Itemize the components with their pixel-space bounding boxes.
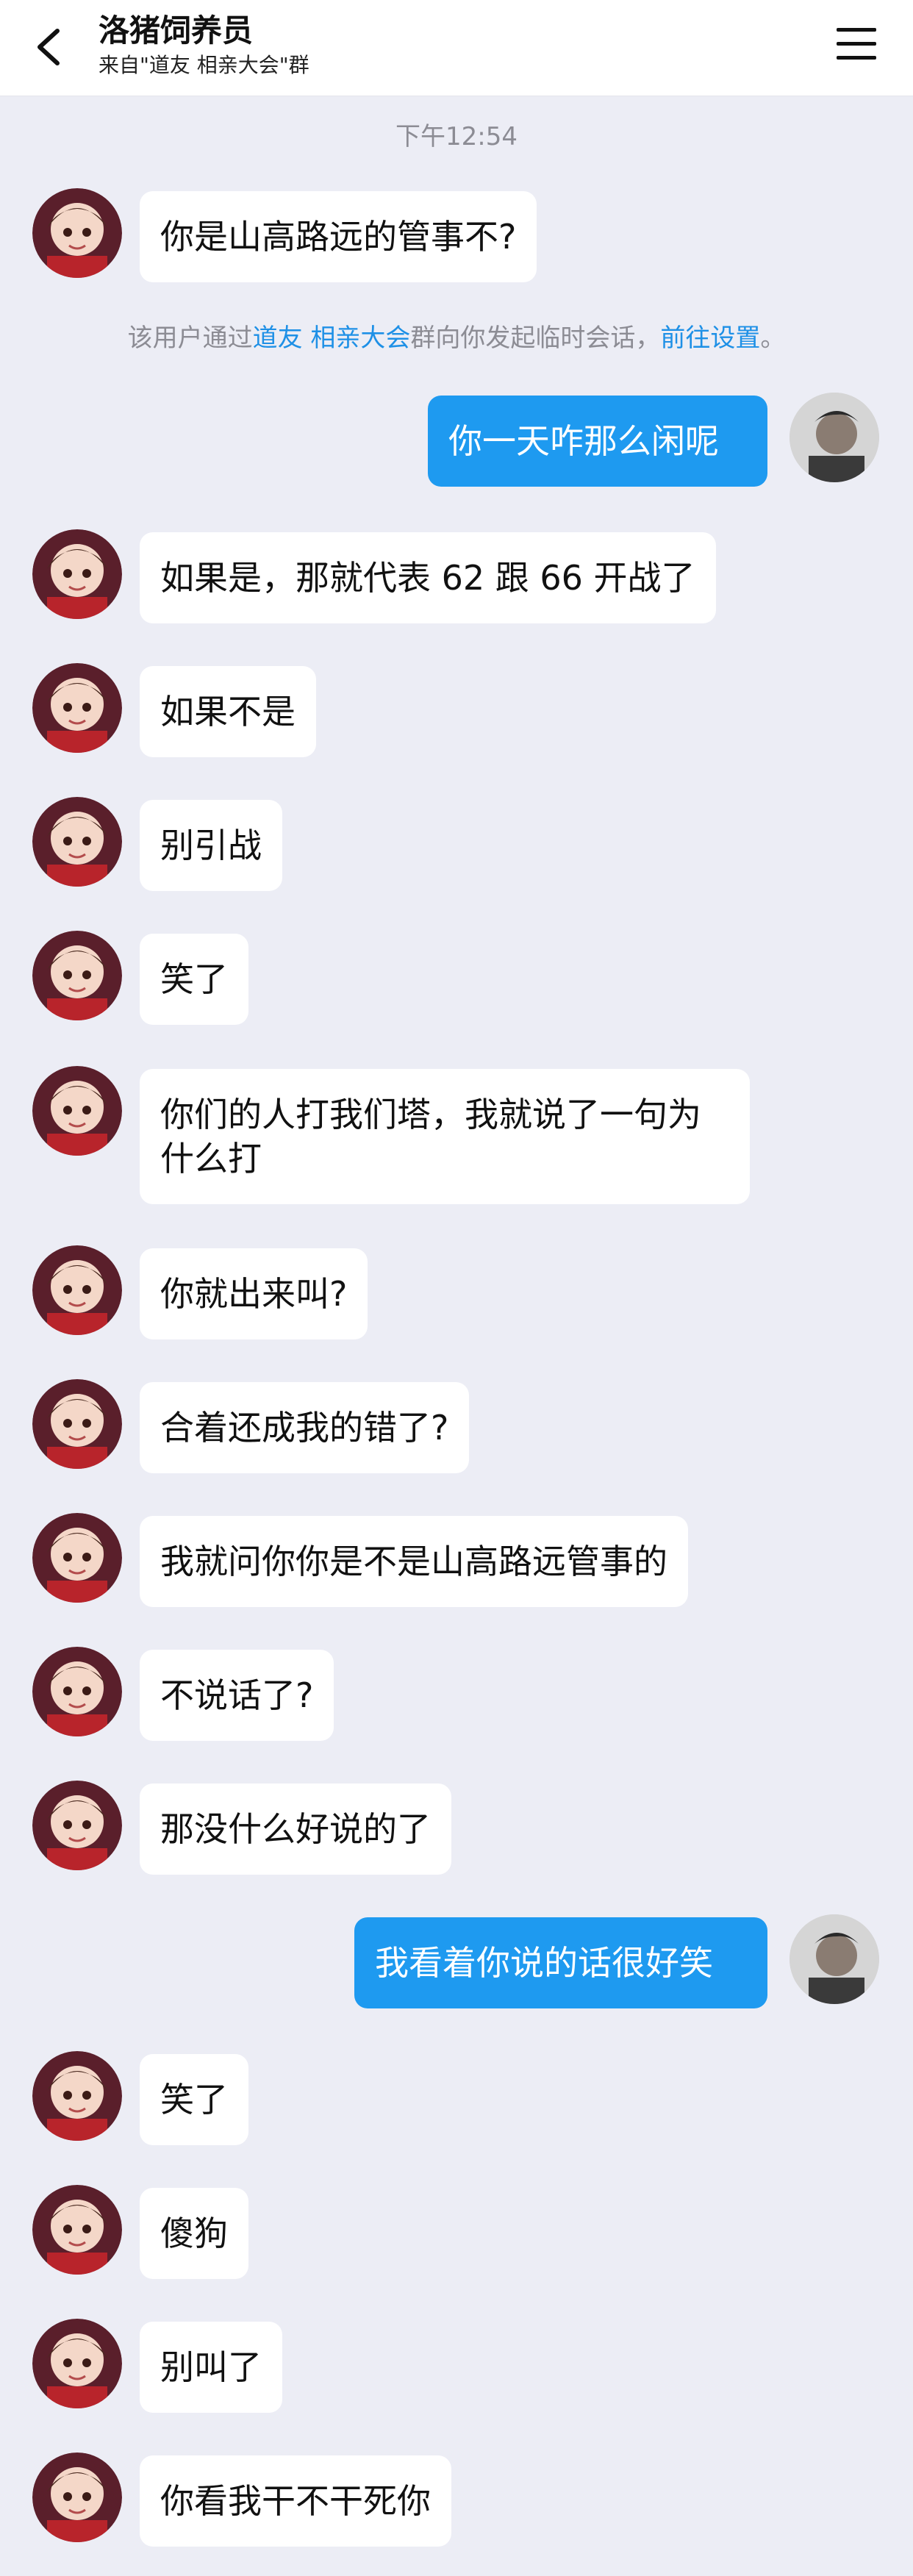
message-bubble: 笑了 (140, 2054, 248, 2145)
message-bubble: 别叫了 (140, 2322, 282, 2413)
back-button[interactable] (29, 24, 74, 71)
timestamp: 下午12:54 (395, 122, 518, 151)
sender-avatar[interactable] (32, 2185, 122, 2275)
chat-title: 洛猪饲养员 (99, 12, 254, 49)
chat-body: 下午12:54 你是山高路远的管事不? 该用户通过道友 相亲大会群向你发起临时会… (0, 96, 913, 2576)
notice-suffix: 。 (760, 323, 786, 353)
chat-subtitle: 来自"道友 相亲大会"群 (99, 53, 309, 77)
menu-button[interactable] (837, 28, 876, 66)
sender-avatar[interactable] (32, 1066, 122, 1156)
menu-icon (837, 28, 876, 60)
sender-avatar[interactable] (32, 797, 122, 887)
sender-avatar[interactable] (32, 1781, 122, 1870)
message-bubble: 那没什么好说的了 (140, 1783, 451, 1875)
sender-avatar[interactable] (32, 2319, 122, 2408)
settings-link[interactable]: 前往设置 (660, 323, 760, 353)
my-avatar[interactable] (790, 393, 879, 482)
chevron-left-icon (37, 29, 60, 65)
title-block: 洛猪饲养员 来自"道友 相亲大会"群 (99, 10, 309, 79)
chat-header: 洛猪饲养员 来自"道友 相亲大会"群 (0, 0, 913, 96)
sender-avatar[interactable] (32, 1513, 122, 1603)
sender-avatar[interactable] (32, 1647, 122, 1736)
sender-avatar[interactable] (32, 529, 122, 619)
message-bubble: 我就问你你是不是山高路远管事的 (140, 1516, 688, 1607)
my-avatar[interactable] (790, 1914, 879, 2004)
message-bubble: 如果不是 (140, 666, 316, 757)
message-bubble: 你看我干不干死你 (140, 2455, 451, 2547)
temp-session-notice: 该用户通过道友 相亲大会群向你发起临时会话，前往设置。 (0, 318, 913, 354)
sender-avatar[interactable] (32, 188, 122, 278)
message-bubble: 合着还成我的错了? (140, 1382, 470, 1473)
message-bubble: 如果是，那就代表 62 跟 66 开战了 (140, 532, 716, 623)
sender-avatar[interactable] (32, 1245, 122, 1335)
group-link[interactable]: 道友 相亲大会 (253, 323, 411, 353)
message-bubble: 我看着你说的话很好笑 (354, 1917, 767, 2008)
sender-avatar[interactable] (32, 2452, 122, 2542)
sender-avatar[interactable] (32, 931, 122, 1020)
notice-prefix: 该用户通过 (127, 323, 253, 353)
sender-avatar[interactable] (32, 663, 122, 753)
message-bubble: 你就出来叫? (140, 1248, 368, 1339)
message-bubble: 不说话了? (140, 1650, 334, 1741)
notice-middle: 群向你发起临时会话， (410, 323, 661, 353)
message-bubble: 傻狗 (140, 2188, 248, 2279)
sender-avatar[interactable] (32, 1379, 122, 1469)
message-bubble: 别引战 (140, 800, 282, 891)
message-bubble: 你一天咋那么闲呢 (428, 396, 767, 487)
message-bubble: 笑了 (140, 934, 248, 1025)
message-bubble: 你是山高路远的管事不? (140, 191, 537, 282)
sender-avatar[interactable] (32, 2051, 122, 2141)
message-bubble: 你们的人打我们塔，我就说了一句为什么打 (140, 1069, 750, 1204)
